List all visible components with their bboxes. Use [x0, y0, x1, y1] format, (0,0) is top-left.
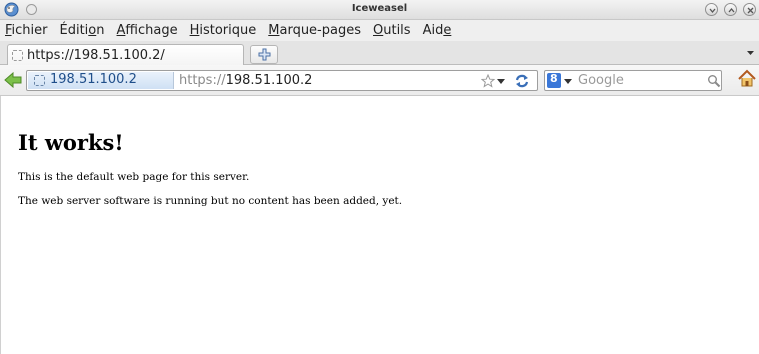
- chevron-up-icon: [728, 7, 735, 13]
- page-content: It works! This is the default web page f…: [0, 96, 759, 354]
- url-host: 198.51.100.2: [225, 73, 313, 88]
- menu-outils[interactable]: Outils: [373, 23, 411, 38]
- search-engine-dropdown-icon[interactable]: [564, 79, 572, 84]
- google-engine-icon[interactable]: 8: [547, 72, 561, 88]
- menu-historique[interactable]: Historique: [190, 23, 257, 38]
- url-bar[interactable]: 198.51.100.2 https://198.51.100.2: [26, 70, 538, 91]
- url-history-dropdown-icon[interactable]: [497, 79, 505, 84]
- minimize-button[interactable]: [705, 3, 718, 16]
- home-icon[interactable]: [737, 69, 757, 89]
- maximize-button[interactable]: [724, 3, 737, 16]
- plus-icon: [258, 48, 271, 61]
- identity-icon: [34, 75, 45, 86]
- back-arrow-icon[interactable]: [4, 72, 22, 88]
- search-input[interactable]: [578, 72, 696, 89]
- tab-current[interactable]: https://198.51.100.2/: [7, 44, 244, 66]
- page-paragraph: This is the default web page for this se…: [18, 171, 250, 183]
- url-text[interactable]: https://198.51.100.2: [179, 73, 312, 88]
- chevron-down-icon: [709, 8, 716, 14]
- site-identity-button[interactable]: 198.51.100.2: [28, 72, 174, 89]
- menu-marque-pages[interactable]: Marque-pages: [268, 23, 361, 38]
- menu-edition[interactable]: Édition: [60, 23, 105, 38]
- window-title: Iceweasel: [351, 3, 408, 14]
- new-tab-button[interactable]: [250, 45, 278, 64]
- search-icon[interactable]: [707, 74, 721, 88]
- menu-aide[interactable]: Aide: [423, 23, 452, 38]
- tab-label: https://198.51.100.2/: [27, 48, 165, 63]
- close-icon: [747, 7, 754, 14]
- tab-list-arrow-icon[interactable]: [746, 50, 755, 56]
- tab-bar: https://198.51.100.2/: [0, 41, 759, 66]
- url-scheme: https://: [179, 73, 226, 88]
- identity-label: 198.51.100.2: [50, 72, 137, 87]
- default-favicon-icon: [12, 50, 23, 61]
- menu-affichage[interactable]: Affichage: [117, 23, 178, 38]
- bookmark-star-icon[interactable]: [481, 74, 495, 88]
- menu-bar: Fichier Édition Affichage Historique Marque-…: [0, 20, 759, 41]
- window-titlebar: Iceweasel: [0, 0, 759, 20]
- search-bar[interactable]: 8: [544, 70, 722, 91]
- reload-icon[interactable]: [514, 73, 530, 89]
- page-heading: It works!: [18, 130, 124, 155]
- navigation-toolbar: 198.51.100.2 https://198.51.100.2 8: [0, 65, 759, 96]
- page-paragraph: The web server software is running but n…: [18, 195, 403, 207]
- menu-fichier[interactable]: Fichier: [5, 23, 48, 38]
- close-window-button[interactable]: [743, 3, 756, 16]
